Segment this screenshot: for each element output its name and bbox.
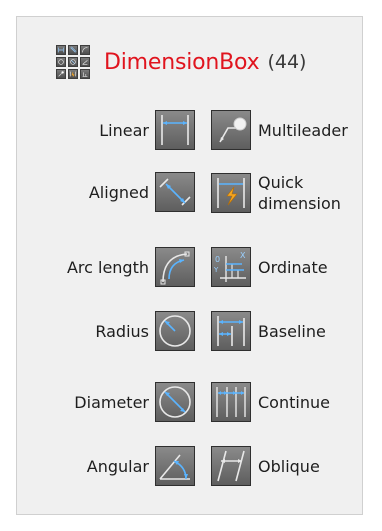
tool-label-line1: Quick <box>258 173 304 192</box>
diameter-icon <box>155 382 195 422</box>
dimension-toolbox-panel: DimensionBox (44) Linear Multileader Ali… <box>16 16 363 515</box>
tool-label: Continue <box>258 392 330 412</box>
tool-label: Radius <box>95 321 149 341</box>
tool-arc-length[interactable]: Arc length <box>17 247 195 287</box>
tool-label-line2: dimension <box>258 194 341 213</box>
tool-label: Aligned <box>88 182 149 202</box>
baseline-icon <box>211 311 251 351</box>
radius-icon <box>155 311 195 351</box>
tool-baseline[interactable]: Baseline <box>211 311 326 351</box>
toolbox-header: DimensionBox (44) <box>56 41 306 83</box>
tool-continue[interactable]: Continue <box>211 382 330 422</box>
tool-count: (44) <box>267 51 307 73</box>
svg-text:Y: Y <box>213 266 219 274</box>
linear-dimension-icon <box>155 110 195 150</box>
toolbox-title: DimensionBox <box>104 49 260 75</box>
tool-multileader[interactable]: Multileader <box>211 110 348 150</box>
oblique-icon <box>211 446 251 486</box>
ordinate-icon: 0 Y X <box>211 247 251 287</box>
tool-radius[interactable]: Radius <box>17 311 195 351</box>
tool-aligned[interactable]: Aligned <box>17 172 195 212</box>
multileader-icon <box>211 110 251 150</box>
tool-label: Baseline <box>258 321 326 341</box>
angular-icon <box>155 446 195 486</box>
arc-length-icon <box>155 247 195 287</box>
tool-label: Quick dimension <box>258 172 341 214</box>
tool-label: Diameter <box>74 392 149 412</box>
tool-linear[interactable]: Linear <box>17 110 195 150</box>
tool-label: Angular <box>86 456 149 476</box>
tool-oblique[interactable]: Oblique <box>211 446 320 486</box>
tool-label: Oblique <box>258 456 320 476</box>
quick-dimension-icon <box>211 173 251 213</box>
tool-diameter[interactable]: Diameter <box>17 382 195 422</box>
tool-label: Ordinate <box>258 257 328 277</box>
tool-label: Arc length <box>66 257 149 277</box>
aligned-dimension-icon <box>155 172 195 212</box>
tool-angular[interactable]: Angular <box>17 446 195 486</box>
svg-text:0: 0 <box>215 255 220 264</box>
tool-label: Multileader <box>258 120 348 140</box>
tool-quick-dimension[interactable]: Quick dimension <box>211 172 341 214</box>
continue-icon <box>211 382 251 422</box>
tool-label: Linear <box>99 120 149 140</box>
dimension-grid-icon <box>56 45 90 79</box>
tool-ordinate[interactable]: 0 Y X Ordinate <box>211 247 328 287</box>
svg-text:X: X <box>240 251 246 260</box>
